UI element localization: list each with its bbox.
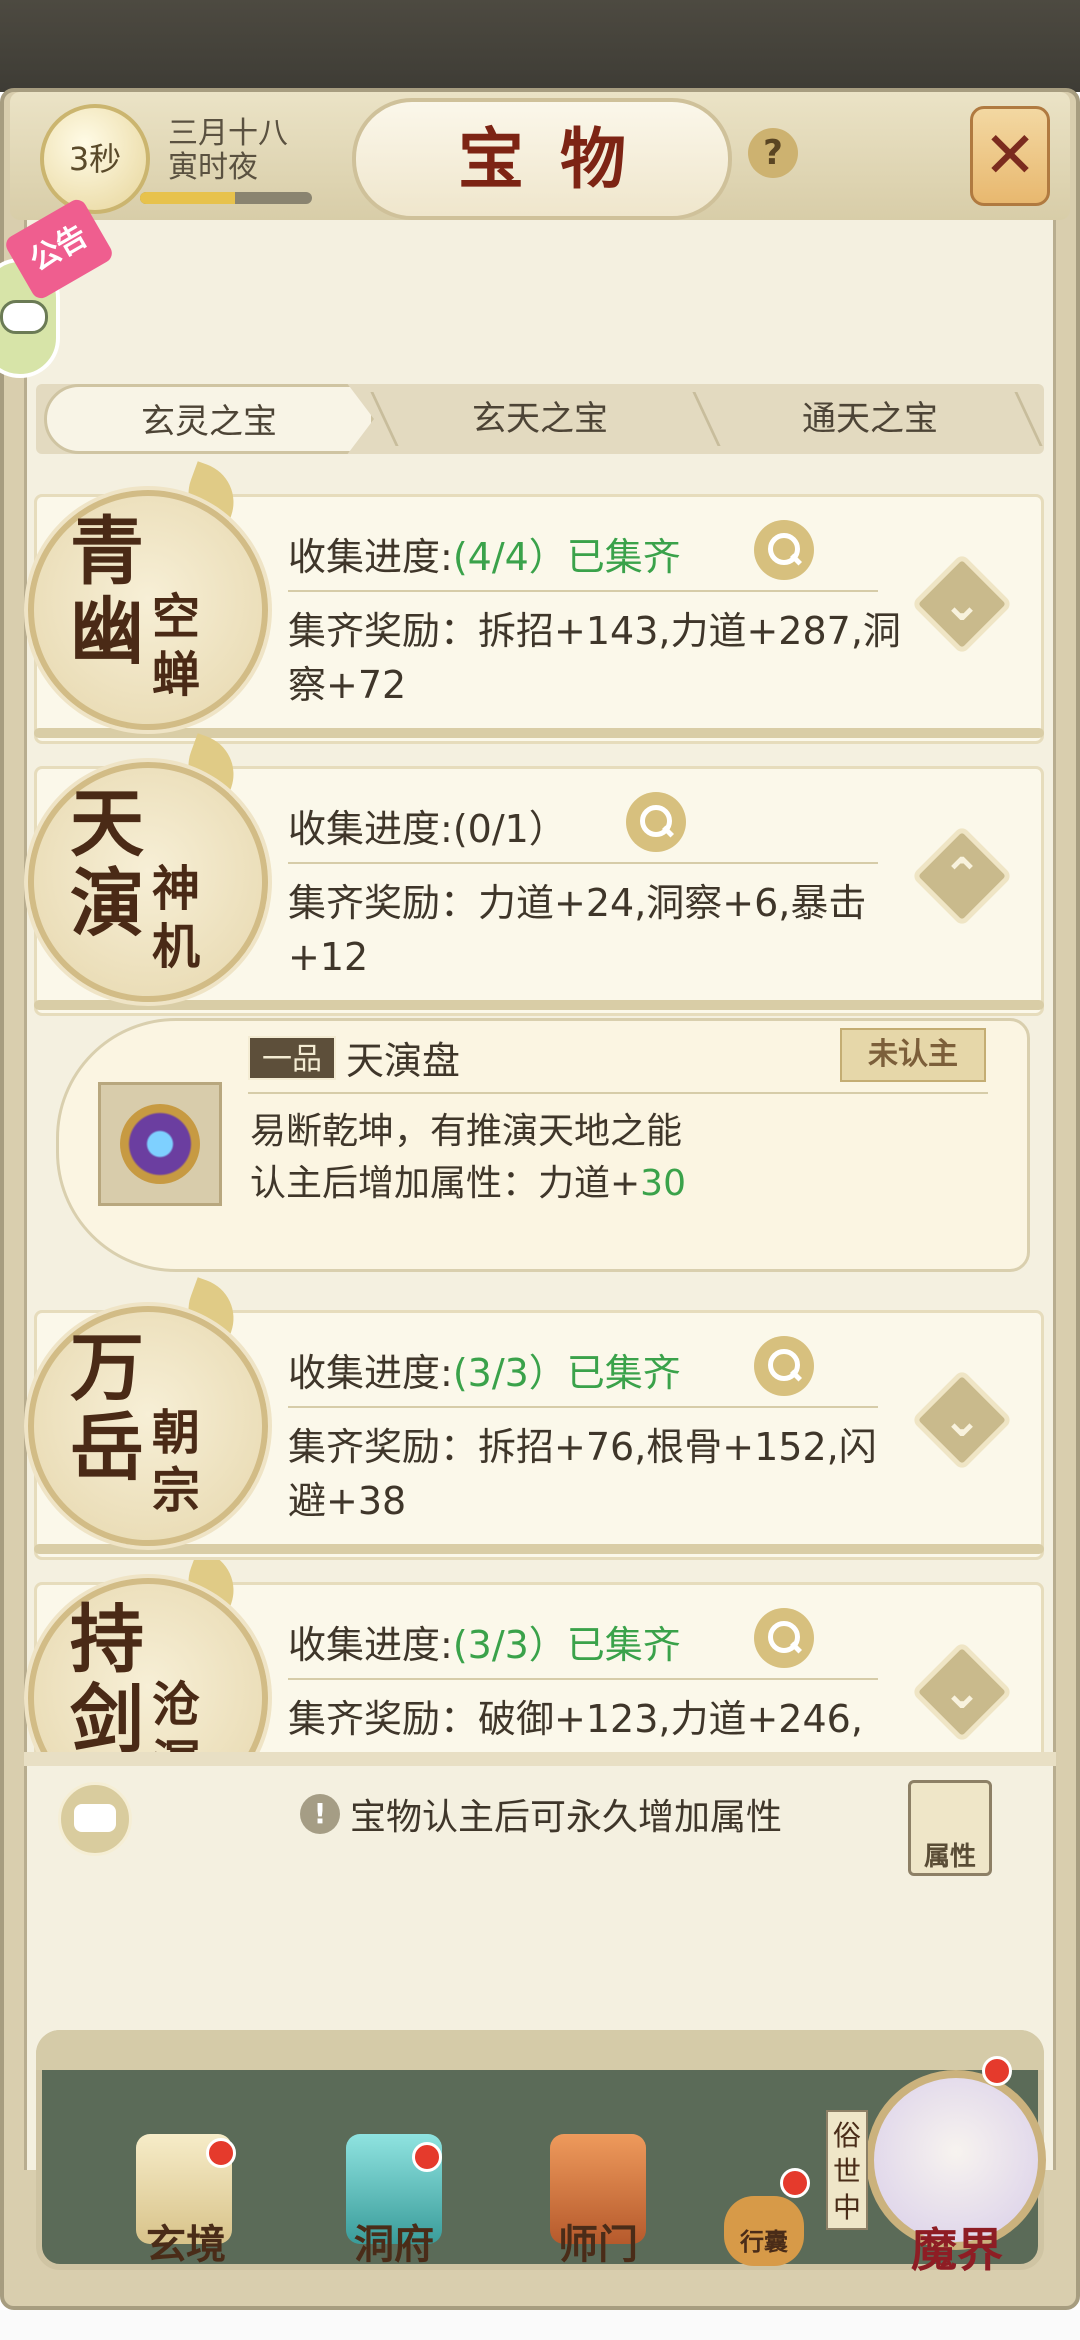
treasure-attribute: 认主后增加属性：力道+30 xyxy=(250,1154,686,1206)
reward-line: 集齐奖励：拆招+76,根骨+152,闪避+38 xyxy=(288,1420,908,1528)
reward-label: 集齐奖励： xyxy=(288,881,479,925)
timer-text: 3秒 xyxy=(68,140,122,178)
medal-char: 空 xyxy=(151,589,200,645)
help-button[interactable]: ? xyxy=(748,128,798,178)
progress-label: 收集进度: xyxy=(288,1351,453,1395)
chat-icon[interactable] xyxy=(74,1804,116,1832)
close-icon[interactable]: ✕ xyxy=(970,106,1050,206)
list-bottom-edge xyxy=(24,1752,1056,1766)
chevron-up-icon[interactable]: ⌃ xyxy=(912,826,1012,926)
medal-char: 演 xyxy=(70,861,144,947)
search-icon[interactable] xyxy=(626,792,686,852)
medal-char: 剑 xyxy=(70,1677,144,1752)
medal-char: 持 xyxy=(70,1597,144,1683)
mortal-world-tag: 俗世中 xyxy=(826,2110,868,2230)
search-icon[interactable] xyxy=(754,520,814,580)
nav-shimen[interactable]: 师门 xyxy=(528,2212,668,2270)
medal-char: 沧 xyxy=(151,1677,200,1733)
chevron-down-icon[interactable]: ⌄ xyxy=(912,1642,1012,1742)
treasure-description: 易断乾坤，有推演天地之能 xyxy=(250,1111,683,1152)
medal-char: 神 xyxy=(151,861,200,917)
card-underline xyxy=(34,728,1044,738)
medal-char: 溟 xyxy=(146,1736,206,1752)
status-badge: 未认主 xyxy=(840,1028,986,1082)
time-progress-bar xyxy=(140,192,312,204)
notification-dot xyxy=(412,2142,442,2172)
top-dark-area xyxy=(0,0,1080,92)
reward-line: 集齐奖励：破御+123,力道+246, xyxy=(288,1692,908,1746)
reward-line: 集齐奖励：拆招+143,力道+287,洞察+72 xyxy=(288,604,908,712)
medal-char: 青 xyxy=(70,509,144,595)
card-underline xyxy=(34,1000,1044,1010)
medal-char: 宗 xyxy=(151,1463,200,1519)
progress-label: 收集进度: xyxy=(288,1623,453,1667)
medal-char: 朝 xyxy=(151,1405,200,1461)
divider xyxy=(288,1406,878,1408)
reward-label: 集齐奖励： xyxy=(288,1425,479,1469)
grade-badge: 一品 xyxy=(248,1036,336,1080)
nav-xuanjing[interactable]: 玄境 xyxy=(116,2212,256,2270)
attr-label: 认主后增加属性：力道+ xyxy=(250,1163,641,1204)
progress-label: 收集进度: xyxy=(288,535,453,579)
time-progress-fill xyxy=(140,192,235,204)
notification-dot xyxy=(206,2138,236,2168)
divider xyxy=(288,1678,878,1680)
progress-line: 收集进度:(0/1） xyxy=(288,798,567,853)
bottom-nav-rim xyxy=(36,2030,1044,2070)
tab-xuantian[interactable]: 玄天之宝 xyxy=(380,384,700,454)
nav-mojie[interactable]: 魔界 xyxy=(862,2214,1052,2280)
reward-value: 破御+123,力道+246, xyxy=(478,1697,863,1741)
progress-value: (4/4）已集齐 xyxy=(452,535,681,579)
divider xyxy=(248,1092,988,1094)
notification-dot xyxy=(780,2168,810,2198)
progress-value: (3/3）已集齐 xyxy=(452,1351,681,1395)
medal-char: 幽 xyxy=(70,589,144,675)
star-gem-icon xyxy=(120,1104,200,1184)
reward-line: 集齐奖励：力道+24,洞察+6,暴击+12 xyxy=(288,876,908,984)
chevron-down-icon[interactable]: ⌄ xyxy=(912,554,1012,654)
notification-dot xyxy=(982,2056,1012,2086)
medal-char: 岳 xyxy=(70,1405,144,1491)
search-icon[interactable] xyxy=(754,1336,814,1396)
medal-char: 万 xyxy=(70,1325,144,1411)
medal-char: 蝉 xyxy=(151,647,200,703)
page-title: 宝物 xyxy=(458,120,662,198)
progress-value: (0/1） xyxy=(452,807,567,851)
tab-xuanling[interactable]: 玄灵之宝 xyxy=(44,384,374,454)
attr-value: 30 xyxy=(640,1163,686,1204)
progress-line: 收集进度:(3/3）已集齐 xyxy=(288,1614,681,1669)
medal-char: 机 xyxy=(151,919,200,975)
medal-char: 天 xyxy=(70,781,144,867)
search-icon[interactable] xyxy=(754,1608,814,1668)
nav-dongfu[interactable]: 洞府 xyxy=(324,2212,464,2270)
reward-label: 集齐奖励： xyxy=(288,609,479,653)
treasure-name: 天演盘 xyxy=(346,1039,461,1083)
reward-label: 集齐奖励： xyxy=(288,1697,479,1741)
tab-tongtian[interactable]: 通天之宝 xyxy=(710,384,1030,454)
system-bar xyxy=(0,2310,1080,2340)
game-time-of-day: 寅时夜 xyxy=(168,150,258,185)
gamepad-icon[interactable] xyxy=(0,300,48,334)
attributes-label[interactable]: 属性 xyxy=(908,1836,992,1873)
progress-label: 收集进度: xyxy=(288,807,453,851)
divider xyxy=(288,590,878,592)
divider xyxy=(288,862,878,864)
info-icon: ! xyxy=(300,1794,340,1834)
list-clip: 持 剑 沧 溟 收集进度:(3/3）已集齐 集齐奖励：破御+123,力道+246… xyxy=(0,1560,1080,1752)
progress-line: 收集进度:(4/4）已集齐 xyxy=(288,526,681,581)
hint-text: 宝物认主后可永久增加属性 xyxy=(350,1797,783,1838)
nav-xingnang[interactable]: 行囊 xyxy=(724,2222,804,2257)
progress-line: 收集进度:(3/3）已集齐 xyxy=(288,1342,681,1397)
progress-value: (3/3）已集齐 xyxy=(452,1623,681,1667)
card-underline xyxy=(34,1544,1044,1554)
chevron-down-icon[interactable]: ⌄ xyxy=(912,1370,1012,1470)
